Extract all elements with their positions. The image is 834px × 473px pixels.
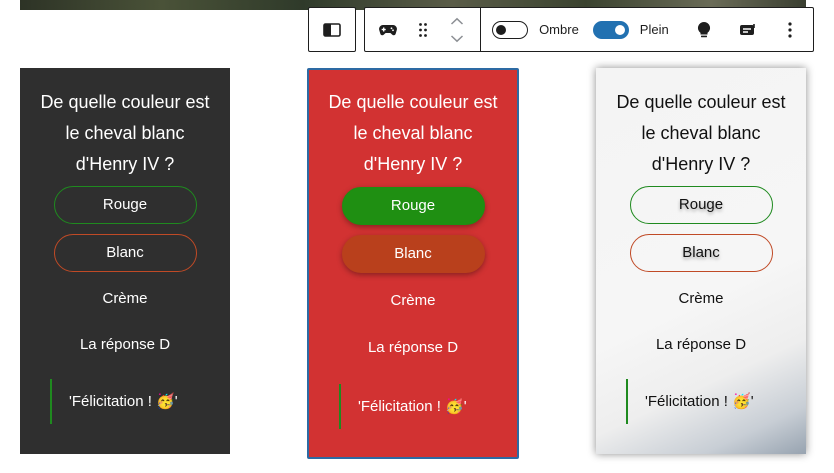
move-up-icon[interactable] <box>450 17 464 25</box>
block-toolbar: Ombre Plein <box>364 7 814 52</box>
answer-label: Rouge <box>102 196 148 213</box>
shadow-label: Ombre <box>539 22 579 37</box>
lightbulb-icon <box>697 21 710 37</box>
answer-blanc[interactable]: Blanc <box>629 234 773 272</box>
sidebar-toggle-button[interactable] <box>323 8 341 51</box>
answer-label: Rouge <box>678 196 724 213</box>
answer-creme[interactable]: Crème <box>54 280 197 318</box>
answer-creme[interactable]: Crème <box>342 282 485 320</box>
hint-button[interactable] <box>679 8 729 51</box>
feedback-message: 'Félicitation ! 🥳' <box>626 379 786 424</box>
answer-d[interactable]: La réponse D <box>54 326 197 364</box>
plain-label: Plein <box>639 22 669 37</box>
drag-handle[interactable] <box>411 8 434 51</box>
answer-label: Rouge <box>390 197 436 214</box>
block-style-icon <box>739 23 755 35</box>
shadow-toggle-switch[interactable] <box>492 20 529 39</box>
move-down-icon[interactable] <box>450 34 464 43</box>
answer-d[interactable]: La réponse D <box>342 329 485 367</box>
block-toolbar-parent <box>308 7 356 52</box>
answer-label: Crème <box>102 290 148 307</box>
quiz-card-red-selected[interactable]: De quelle couleur est le cheval blanc d'… <box>307 68 519 459</box>
feedback-message: 'Félicitation ! 🥳' <box>50 379 210 424</box>
quiz-card-light[interactable]: De quelle couleur est le cheval blanc d'… <box>596 68 806 454</box>
quiz-question: De quelle couleur est le cheval blanc d'… <box>616 92 786 174</box>
answer-label: La réponse D <box>79 336 171 353</box>
gamepad-icon <box>379 24 397 35</box>
answer-label: La réponse D <box>367 339 459 356</box>
drag-handle-icon <box>418 22 427 37</box>
answer-rouge[interactable]: Rouge <box>53 186 197 224</box>
answer-rouge[interactable]: Rouge <box>629 186 773 224</box>
sidebar-toggle-icon <box>323 22 341 37</box>
answer-label: Blanc <box>682 244 720 261</box>
answer-blanc[interactable]: Blanc <box>341 235 485 273</box>
feedback-message: 'Félicitation ! 🥳' <box>339 384 499 429</box>
quiz-question: De quelle couleur est le cheval blanc d'… <box>328 92 498 174</box>
block-style-button[interactable] <box>729 8 767 51</box>
quiz-card-dark[interactable]: De quelle couleur est le cheval blanc d'… <box>20 68 230 454</box>
plain-toggle[interactable]: Plein <box>579 8 669 51</box>
answer-label: Blanc <box>106 244 144 261</box>
shadow-toggle[interactable]: Ombre <box>481 8 579 51</box>
answer-label: Crème <box>678 290 724 307</box>
answer-blanc[interactable]: Blanc <box>53 234 197 272</box>
move-buttons <box>434 8 480 51</box>
answer-label: Crème <box>390 292 436 309</box>
answer-rouge[interactable]: Rouge <box>341 187 485 225</box>
block-type-button[interactable] <box>365 8 411 51</box>
answer-label: La réponse D <box>655 336 747 353</box>
more-options-icon <box>788 21 792 38</box>
quiz-question: De quelle couleur est le cheval blanc d'… <box>40 92 210 174</box>
plain-toggle-switch[interactable] <box>592 20 629 39</box>
answer-label: Blanc <box>394 245 432 262</box>
answer-creme[interactable]: Crème <box>630 280 773 318</box>
more-options-button[interactable] <box>767 8 813 51</box>
answer-d[interactable]: La réponse D <box>630 326 773 364</box>
